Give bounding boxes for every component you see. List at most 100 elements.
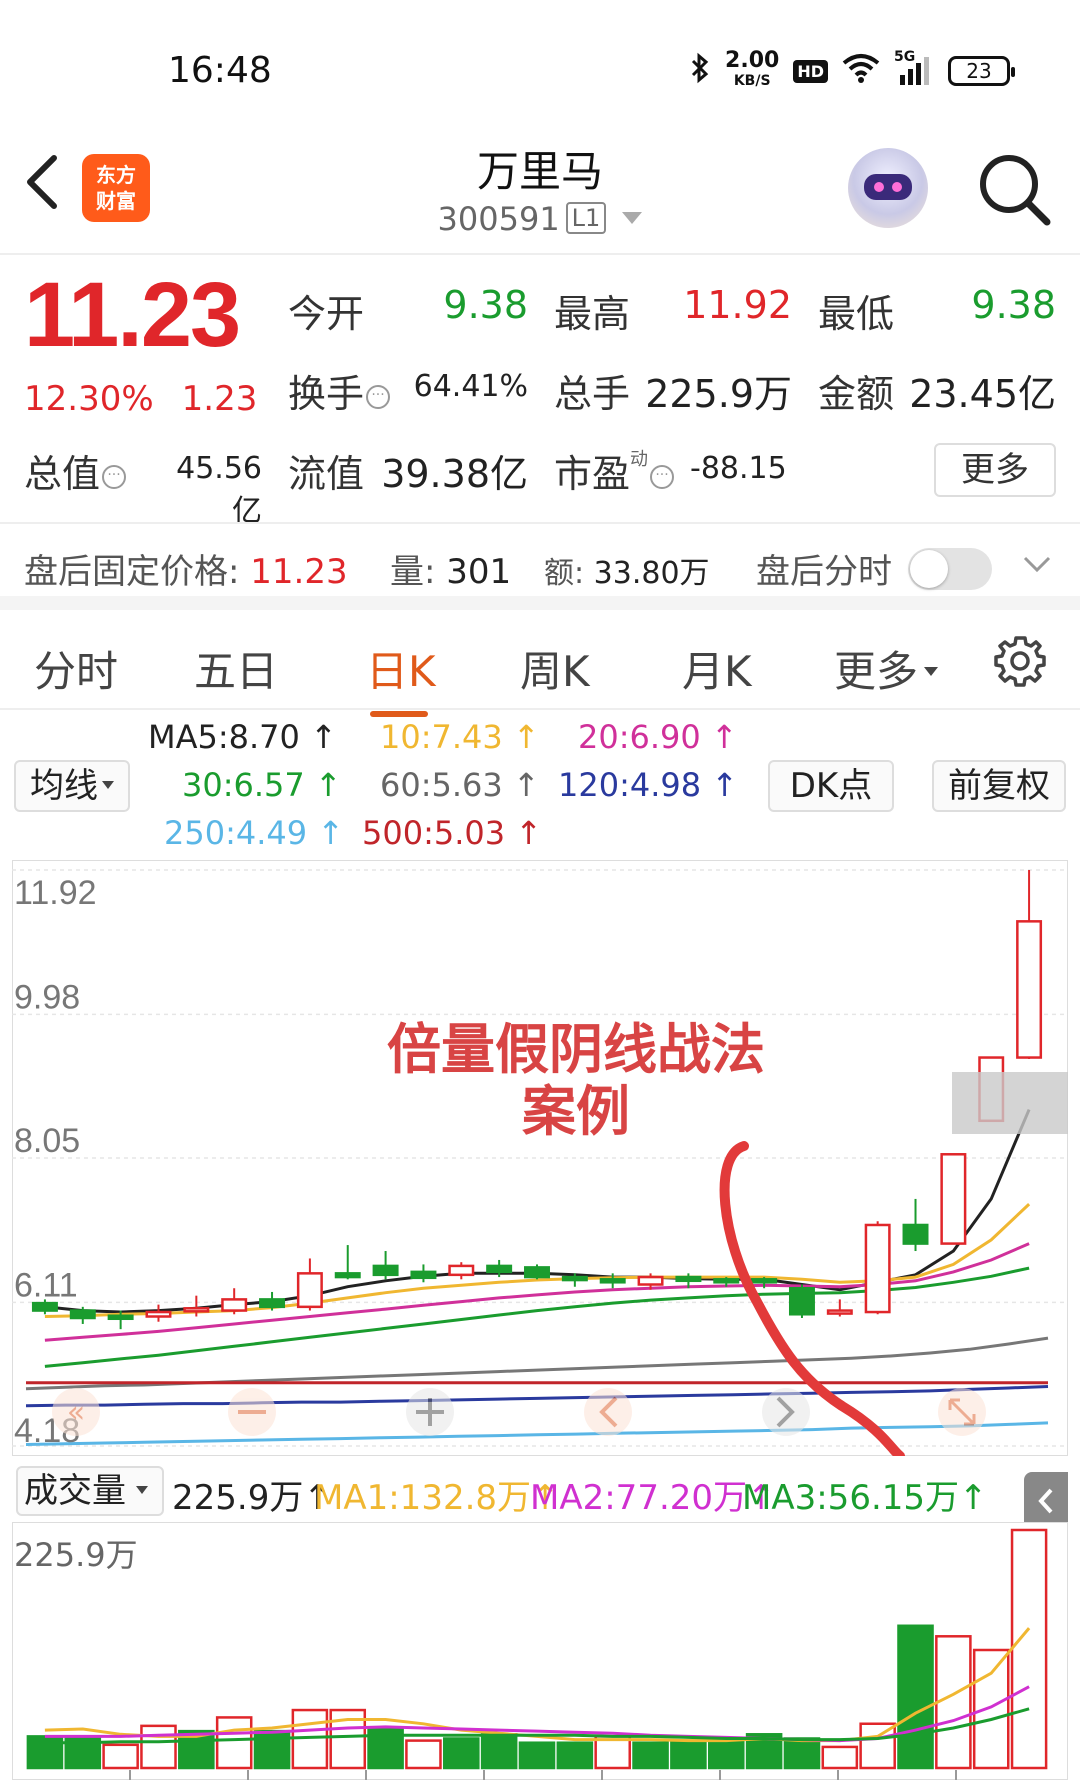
ma20-label: 20:6.90 ↑ bbox=[578, 718, 738, 756]
float-cap-value: 39.38亿 bbox=[381, 452, 528, 496]
volume-bar-up bbox=[215, 1716, 253, 1770]
candle-up bbox=[221, 1298, 248, 1312]
kline-chart[interactable]: 11.929.988.056.114.18 « 倍量假阴线战法 案例 bbox=[12, 860, 1068, 1456]
candle-down bbox=[259, 1298, 286, 1309]
wifi-icon bbox=[842, 53, 880, 89]
volume-bar-down bbox=[518, 1741, 556, 1770]
mktcap-value: 45.56亿 bbox=[176, 451, 262, 529]
candle-up bbox=[864, 1223, 891, 1314]
annotation-title: 倍量假阴线战法 bbox=[387, 1018, 765, 1081]
scroll-right-button[interactable] bbox=[762, 1388, 810, 1436]
ma60-label: 60:5.63 ↑ bbox=[380, 766, 540, 804]
network-speed: 2.00 KB/S bbox=[725, 50, 779, 90]
info-dots-icon: ··· bbox=[650, 465, 675, 489]
pe-value: -88.15 bbox=[690, 451, 787, 486]
turnover-label[interactable]: 换手 ··· bbox=[288, 363, 391, 418]
ma30-arrow: ↑ bbox=[314, 766, 342, 804]
volume-indicator-selector[interactable]: 成交量 bbox=[16, 1466, 164, 1516]
y-tick-label: 8.05 bbox=[14, 1122, 80, 1160]
high-label: 最高 bbox=[554, 292, 631, 336]
robot-assistant-avatar[interactable] bbox=[848, 148, 928, 228]
search-icon bbox=[980, 155, 1051, 226]
zoom-out-button[interactable] bbox=[228, 1388, 276, 1436]
hd-badge: HD bbox=[793, 59, 828, 83]
ma-selector[interactable]: 均线 bbox=[14, 760, 130, 812]
candle-down bbox=[69, 1309, 96, 1320]
expand-button[interactable] bbox=[1022, 554, 1052, 574]
candle-down bbox=[410, 1270, 437, 1280]
vol-ma3-arrow: ↑ bbox=[959, 1478, 988, 1518]
ma500-arrow: ↑ bbox=[515, 814, 543, 852]
chart-settings-button[interactable] bbox=[993, 634, 1047, 688]
ma30-value: 30:6.57 bbox=[182, 766, 305, 804]
price-change: 12.30% 1.23 bbox=[24, 379, 257, 419]
robot-visor bbox=[864, 174, 912, 200]
volume-selector-label: 成交量 bbox=[24, 1471, 126, 1511]
volume-bar-up bbox=[405, 1739, 442, 1770]
volume-bar-down bbox=[443, 1737, 480, 1770]
annotation-subtitle: 案例 bbox=[522, 1080, 630, 1143]
stock-code: 300591 bbox=[437, 200, 560, 238]
volume-max-label: 225.9万 bbox=[14, 1536, 138, 1574]
dk-label: DK点 bbox=[789, 766, 873, 806]
low-value: 9.38 bbox=[971, 283, 1056, 327]
volume-bar-up bbox=[102, 1743, 139, 1770]
tab-five-day[interactable]: 五日 bbox=[194, 638, 278, 699]
stock-header: 东方 财富 万里马 300591 L1 bbox=[0, 120, 1080, 255]
volume-bar-down bbox=[707, 1738, 745, 1770]
after-hours-volume: 量: 301 bbox=[390, 544, 511, 593]
quote-panel: 11.23 12.30% 1.23 今开 9.38 最高 11.92 最低 9.3… bbox=[0, 257, 1080, 529]
plus-icon-v bbox=[428, 1398, 432, 1426]
volume-bar-down bbox=[556, 1741, 594, 1770]
status-icons: 2.00 KB/S HD 5G 23 bbox=[689, 49, 1015, 90]
amount-value: 23.45亿 bbox=[909, 372, 1056, 416]
volume-bar-up bbox=[1010, 1528, 1048, 1770]
candle-up bbox=[448, 1264, 475, 1277]
candle-up bbox=[296, 1272, 323, 1309]
chevron-down-icon bbox=[1023, 556, 1051, 573]
status-bar: 16:48 2.00 KB/S HD 5G 23 bbox=[0, 0, 1080, 120]
price-adjust-button[interactable]: 前复权 bbox=[932, 760, 1066, 812]
scroll-left-fast-button[interactable]: « bbox=[52, 1388, 100, 1436]
open-value: 9.38 bbox=[443, 283, 528, 327]
high-value: 11.92 bbox=[683, 283, 792, 327]
volume-bar-down bbox=[480, 1733, 518, 1770]
vol-ma2-label: MA2:77.20万↑ bbox=[530, 1470, 776, 1519]
ma30-label: 30:6.57 ↑ bbox=[182, 766, 342, 804]
after-hours-toggle[interactable] bbox=[908, 548, 992, 590]
search-button[interactable] bbox=[975, 150, 1055, 230]
candle-down bbox=[713, 1278, 740, 1284]
battery-level: 23 bbox=[966, 59, 992, 83]
after-price-value: 11.23 bbox=[250, 552, 348, 592]
clock: 16:48 bbox=[168, 50, 272, 91]
pe-label[interactable]: 市盈动··· bbox=[554, 443, 675, 498]
chart-period-tabs: 分时 五日 日K 周K 月K 更多 bbox=[0, 610, 1080, 717]
mktcap-label[interactable]: 总值 ··· bbox=[24, 443, 127, 498]
speed-unit: KB/S bbox=[733, 73, 771, 89]
pe-label-text: 市盈 bbox=[554, 452, 631, 496]
ma500-label: 500:5.03 ↑ bbox=[362, 814, 542, 852]
tab-weekly-k[interactable]: 周K bbox=[520, 638, 590, 699]
tab-intraday[interactable]: 分时 bbox=[34, 638, 118, 699]
volume-chart[interactable]: 225.9万 bbox=[12, 1522, 1068, 1780]
tab-daily-k[interactable]: 日K bbox=[366, 638, 436, 717]
tab-more-label: 更多 bbox=[834, 647, 919, 696]
signal-icon: 5G bbox=[894, 49, 934, 87]
ma10-label: 10:7.43 ↑ bbox=[380, 718, 540, 756]
ma120-arrow: ↑ bbox=[711, 766, 739, 804]
minus-icon bbox=[238, 1410, 266, 1414]
dk-point-button[interactable]: DK点 bbox=[768, 760, 894, 812]
volume-legend: 成交量 225.9万↑ MA1:132.8万↑ MA2:77.20万↑ MA3:… bbox=[0, 1460, 1080, 1530]
candle-down bbox=[372, 1264, 399, 1277]
more-quote-button[interactable]: 更多 bbox=[934, 443, 1056, 497]
scroll-left-button[interactable] bbox=[584, 1388, 632, 1436]
tab-monthly-k[interactable]: 月K bbox=[682, 638, 752, 699]
expand-chart-button[interactable] bbox=[938, 1388, 986, 1436]
tab-more[interactable]: 更多 bbox=[834, 638, 939, 699]
zoom-in-button[interactable] bbox=[406, 1388, 454, 1436]
volume-value: 225.9万 bbox=[172, 1478, 304, 1518]
volume-bar-down bbox=[897, 1624, 934, 1770]
ma120-value: 120:4.98 bbox=[558, 766, 702, 804]
vol-ma2-value: MA2:77.20万 bbox=[530, 1478, 748, 1518]
volume-bar-up bbox=[821, 1745, 859, 1770]
